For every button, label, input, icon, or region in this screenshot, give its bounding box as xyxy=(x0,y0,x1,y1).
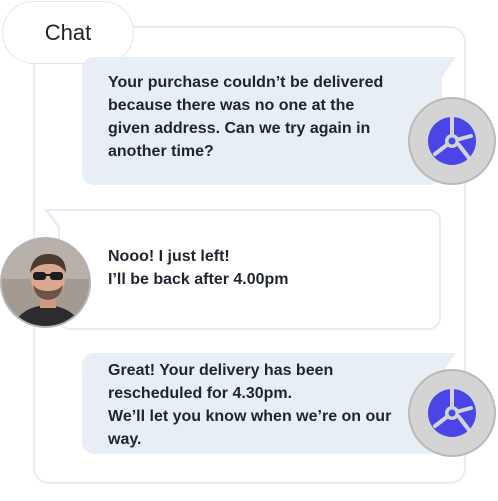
user-avatar xyxy=(0,237,91,328)
bot-avatar xyxy=(408,97,496,185)
message-text-line: Great! Your delivery has been xyxy=(108,362,334,379)
message-text-line: another time? xyxy=(108,143,214,160)
chatbot-logo-icon xyxy=(428,115,476,165)
user-photo xyxy=(2,239,89,326)
message-text-line: Your purchase couldn’t be delivered xyxy=(108,74,384,91)
bot-avatar xyxy=(408,369,496,457)
bot-message-bubble: Great! Your delivery has been reschedule… xyxy=(82,353,456,454)
message-text-line: We’ll let you know when we’re on our xyxy=(108,408,392,425)
message-text-line: way. xyxy=(108,431,142,448)
chat-widget: Chat Your purchase couldn’t be delivered… xyxy=(0,0,498,501)
message-text-line: given address. Can we try again in xyxy=(108,120,371,137)
message-text-line: rescheduled for 4.30pm. xyxy=(108,385,293,402)
user-message-bubble: Nooo! I just left! I’ll be back after 4.… xyxy=(44,209,441,330)
chat-tab[interactable]: Chat xyxy=(2,1,134,64)
message-text-line: I’ll be back after 4.00pm xyxy=(108,271,289,288)
chat-tab-label: Chat xyxy=(44,19,92,45)
message-text-line: Nooo! I just left! xyxy=(108,248,230,265)
bot-message-bubble: Your purchase couldn’t be delivered beca… xyxy=(82,57,456,185)
message-text-line: because there was no one at the xyxy=(108,97,355,114)
chatbot-logo-icon xyxy=(428,387,476,437)
